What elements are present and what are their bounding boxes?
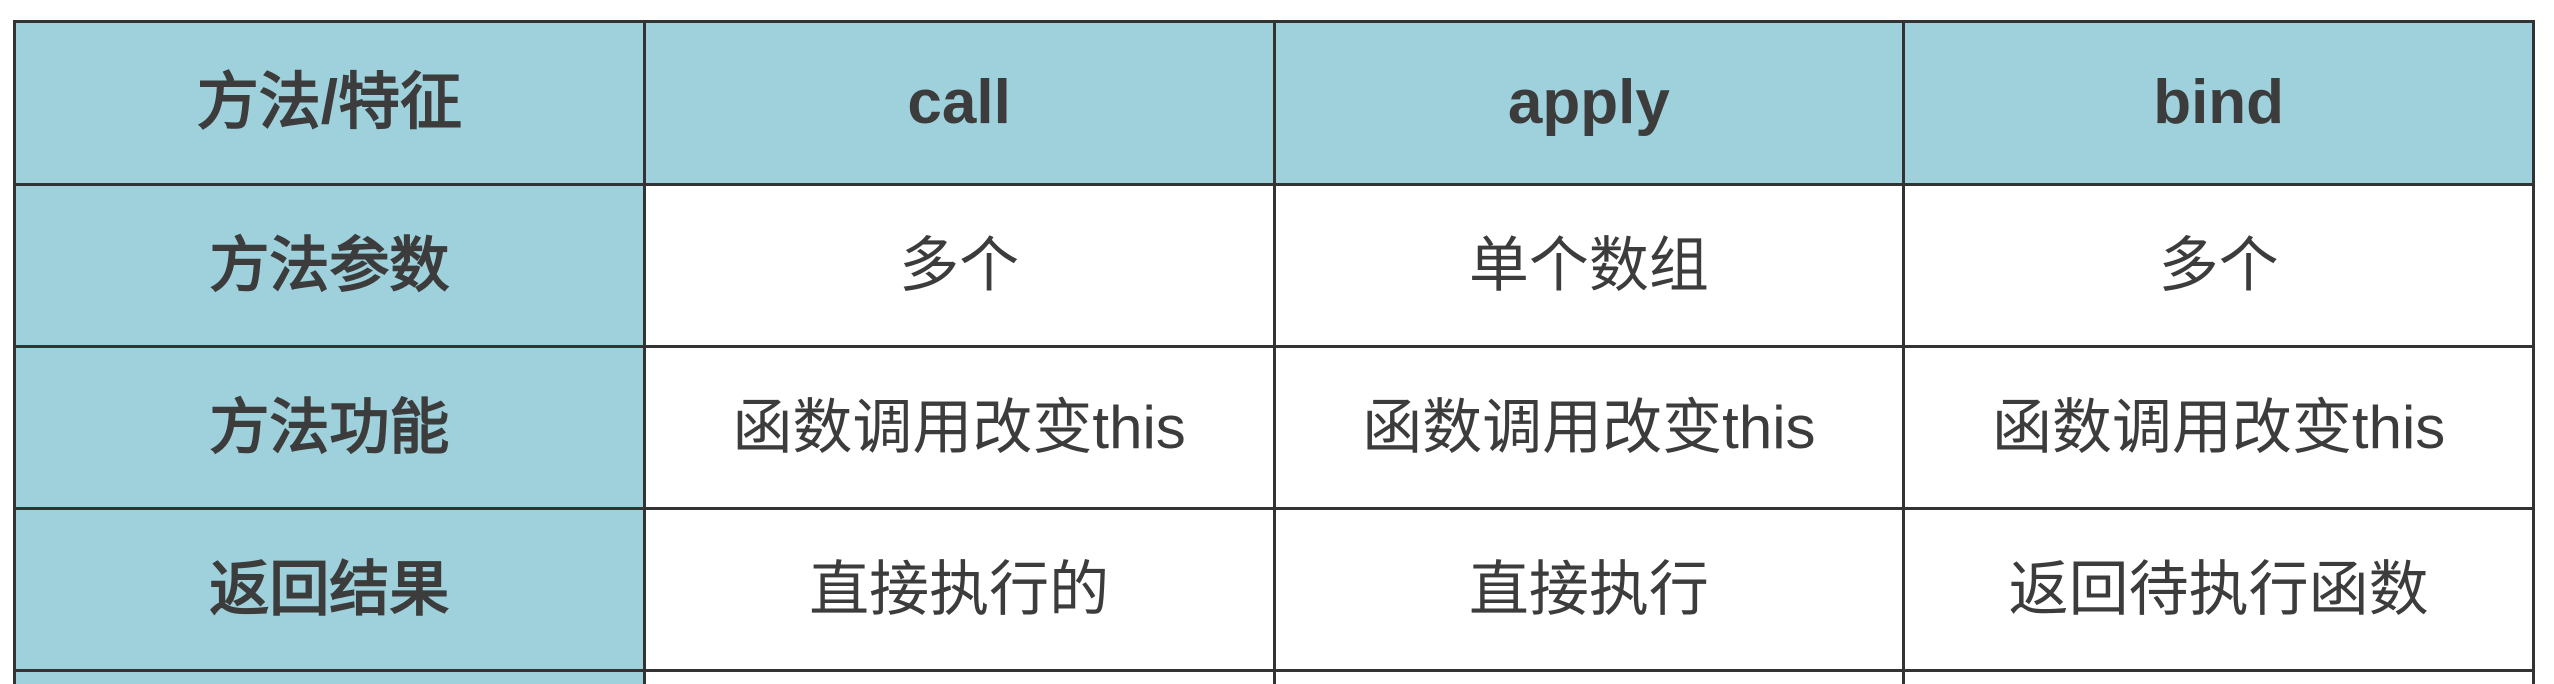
- table-cell: 函数调用改变this: [1905, 348, 2532, 507]
- row-label-return: 返回结果: [16, 510, 643, 669]
- table-cell-partial: [1275, 672, 1903, 684]
- row-label-function: 方法功能: [16, 348, 643, 507]
- header-cell-method-feature: 方法/特征: [16, 23, 643, 183]
- table-cell-partial: [645, 672, 1273, 684]
- comparison-table: 方法/特征 call apply bind 方法参数 多个 单个数组 多个 方法…: [13, 20, 2535, 684]
- header-cell-call: call: [645, 23, 1273, 183]
- table-cell: 直接执行: [1275, 510, 1903, 669]
- header-cell-bind: bind: [1905, 23, 2532, 183]
- table-cell: 函数调用改变this: [1275, 348, 1903, 507]
- header-cell-apply: apply: [1275, 23, 1903, 183]
- table-cell: 单个数组: [1275, 186, 1903, 345]
- row-label-params: 方法参数: [16, 186, 643, 345]
- table-cell: 多个: [645, 186, 1273, 345]
- table-cell: 函数调用改变this: [645, 348, 1273, 507]
- table-cell: 直接执行的: [645, 510, 1273, 669]
- table-cell: 返回待执行函数: [1905, 510, 2532, 669]
- table-cell-partial: [16, 672, 643, 684]
- table-cell: 多个: [1905, 186, 2532, 345]
- table-cell-partial: [1905, 672, 2532, 684]
